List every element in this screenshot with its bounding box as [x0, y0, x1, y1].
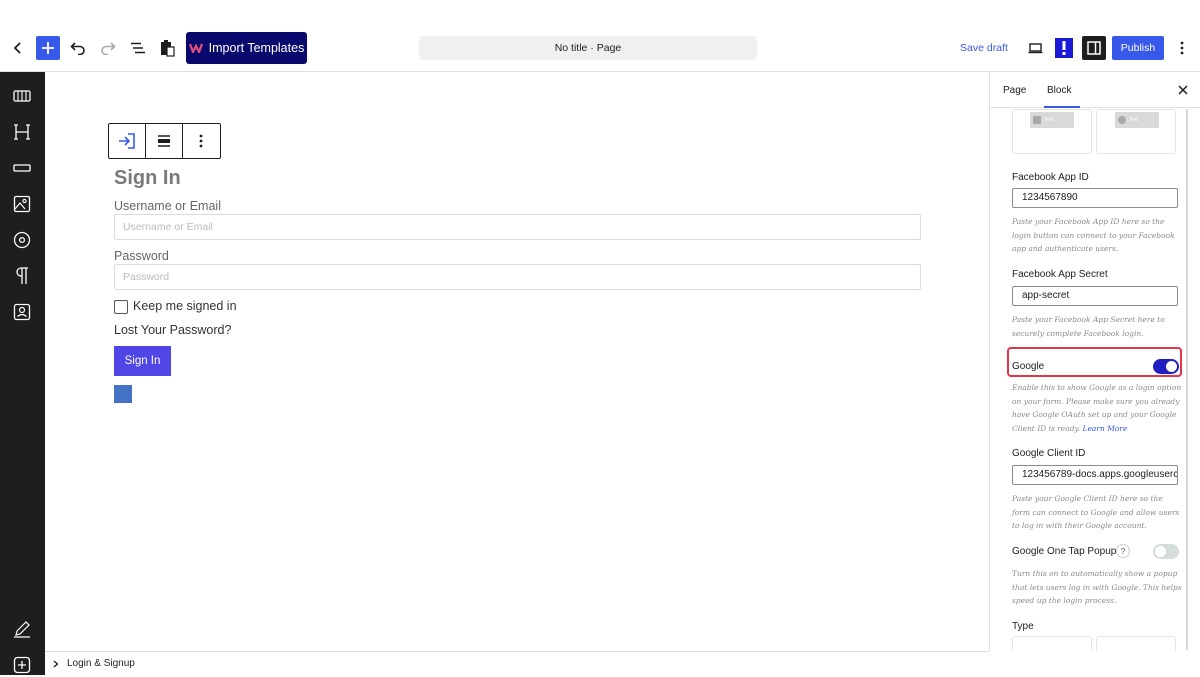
one-tap-label: Google One Tap Popup	[1012, 546, 1117, 557]
password-label: Password	[114, 249, 169, 263]
one-tap-help: Turn this on to automatically show a pop…	[1012, 569, 1182, 605]
back-icon[interactable]	[10, 38, 26, 58]
block-sidebar	[0, 72, 45, 675]
templates-logo-icon	[188, 43, 203, 53]
editor-canvas	[45, 73, 989, 651]
facebook-secret-label: Facebook App Secret	[1012, 269, 1108, 280]
keep-signed-in-checkbox[interactable]	[114, 300, 128, 314]
add-block-icon[interactable]	[10, 653, 34, 677]
signin-button-label: Sign In	[124, 355, 161, 367]
panel-footer-mask	[989, 651, 1200, 675]
style-preset-round[interactable]: Text	[1096, 109, 1176, 154]
add-block-button[interactable]	[36, 36, 60, 60]
block-options-icon[interactable]	[183, 124, 220, 158]
contact-card-icon[interactable]	[10, 300, 34, 324]
block-toolbar	[108, 123, 221, 159]
save-draft-button[interactable]: Save draft	[960, 42, 1008, 54]
heading-icon[interactable]	[10, 120, 34, 144]
divider-icon[interactable]	[10, 156, 34, 180]
plugin-alert-icon[interactable]	[1055, 38, 1073, 58]
keep-signed-in-label: Keep me signed in	[133, 299, 237, 313]
google-toggle[interactable]	[1153, 359, 1179, 374]
active-tab-indicator	[1044, 106, 1080, 108]
password-field[interactable]: Password	[114, 264, 921, 290]
document-title-bar[interactable]: No title · Page	[419, 36, 757, 60]
more-options-icon[interactable]	[1174, 38, 1190, 58]
signin-button[interactable]: Sign In	[114, 346, 171, 376]
image-icon[interactable]	[10, 192, 34, 216]
undo-icon[interactable]	[68, 38, 88, 58]
paragraph-icon[interactable]	[10, 264, 34, 288]
editor-topbar: Import Templates No title · Page Save dr…	[0, 0, 1200, 72]
chevron-right-icon	[53, 660, 59, 667]
google-client-id-label: Google Client ID	[1012, 448, 1086, 459]
square-icon	[1033, 116, 1041, 124]
type-label: Type	[1012, 621, 1034, 632]
google-help: Enable this to show Google as a login op…	[1012, 381, 1182, 435]
google-client-id-field[interactable]: 123456789-docs.apps.googleuserc	[1012, 465, 1178, 485]
publish-label: Publish	[1120, 42, 1156, 54]
help-icon[interactable]: ?	[1116, 544, 1130, 558]
settings-sidebar-toggle-icon[interactable]	[1082, 36, 1106, 60]
google-label: Google	[1012, 361, 1045, 372]
username-field[interactable]: Username or Email	[114, 214, 921, 240]
google-login-placeholder[interactable]	[114, 385, 132, 403]
panel-tabs: Page Block	[990, 72, 1200, 108]
document-title: No title · Page	[554, 42, 622, 54]
panel-scrollbar[interactable]	[1186, 109, 1188, 650]
learn-more-link[interactable]: Learn More	[1083, 424, 1128, 433]
facebook-app-id-help: Paste your Facebook App ID here so the l…	[1012, 217, 1175, 253]
preset-text: Text	[1129, 117, 1139, 123]
layout-icon[interactable]	[10, 84, 34, 108]
edit-icon[interactable]	[10, 617, 34, 641]
lost-password-link[interactable]: Lost Your Password?	[114, 323, 231, 337]
facebook-app-id-label: Facebook App ID	[1012, 172, 1089, 183]
import-templates-button[interactable]: Import Templates	[186, 32, 307, 64]
redo-icon[interactable]	[98, 38, 118, 58]
one-tap-toggle[interactable]	[1153, 544, 1179, 559]
username-label: Username or Email	[114, 199, 221, 213]
circle-icon	[1118, 116, 1126, 124]
import-templates-label: Import Templates	[208, 41, 305, 55]
tab-page[interactable]: Page	[1003, 85, 1026, 96]
preset-preview: Text	[1115, 112, 1159, 128]
document-overview-icon[interactable]	[128, 38, 148, 58]
clipboard-icon[interactable]	[157, 37, 177, 59]
facebook-secret-field[interactable]: app-secret	[1012, 286, 1178, 306]
toggle-knob	[1166, 361, 1177, 372]
toggle-knob	[1155, 546, 1166, 557]
breadcrumb: Login & Signup	[45, 651, 989, 675]
style-preset-square[interactable]: Text	[1012, 109, 1092, 154]
google-client-id-help: Paste your Google Client ID here so the …	[1012, 494, 1180, 530]
signin-heading: Sign In	[114, 167, 181, 189]
facebook-app-id-field[interactable]: 1234567890	[1012, 188, 1178, 208]
tab-block[interactable]: Block	[1047, 85, 1071, 96]
preview-desktop-icon[interactable]	[1025, 38, 1045, 58]
preset-text: Text	[1044, 117, 1054, 123]
login-block-icon[interactable]	[109, 124, 146, 158]
breadcrumb-item[interactable]: Login & Signup	[67, 658, 135, 669]
publish-button[interactable]: Publish	[1112, 36, 1164, 60]
align-icon[interactable]	[146, 124, 183, 158]
facebook-secret-help: Paste your Facebook App Secret here to s…	[1012, 315, 1165, 338]
circle-icon[interactable]	[10, 228, 34, 252]
preset-preview: Text	[1030, 112, 1074, 128]
close-icon[interactable]	[1176, 83, 1190, 97]
